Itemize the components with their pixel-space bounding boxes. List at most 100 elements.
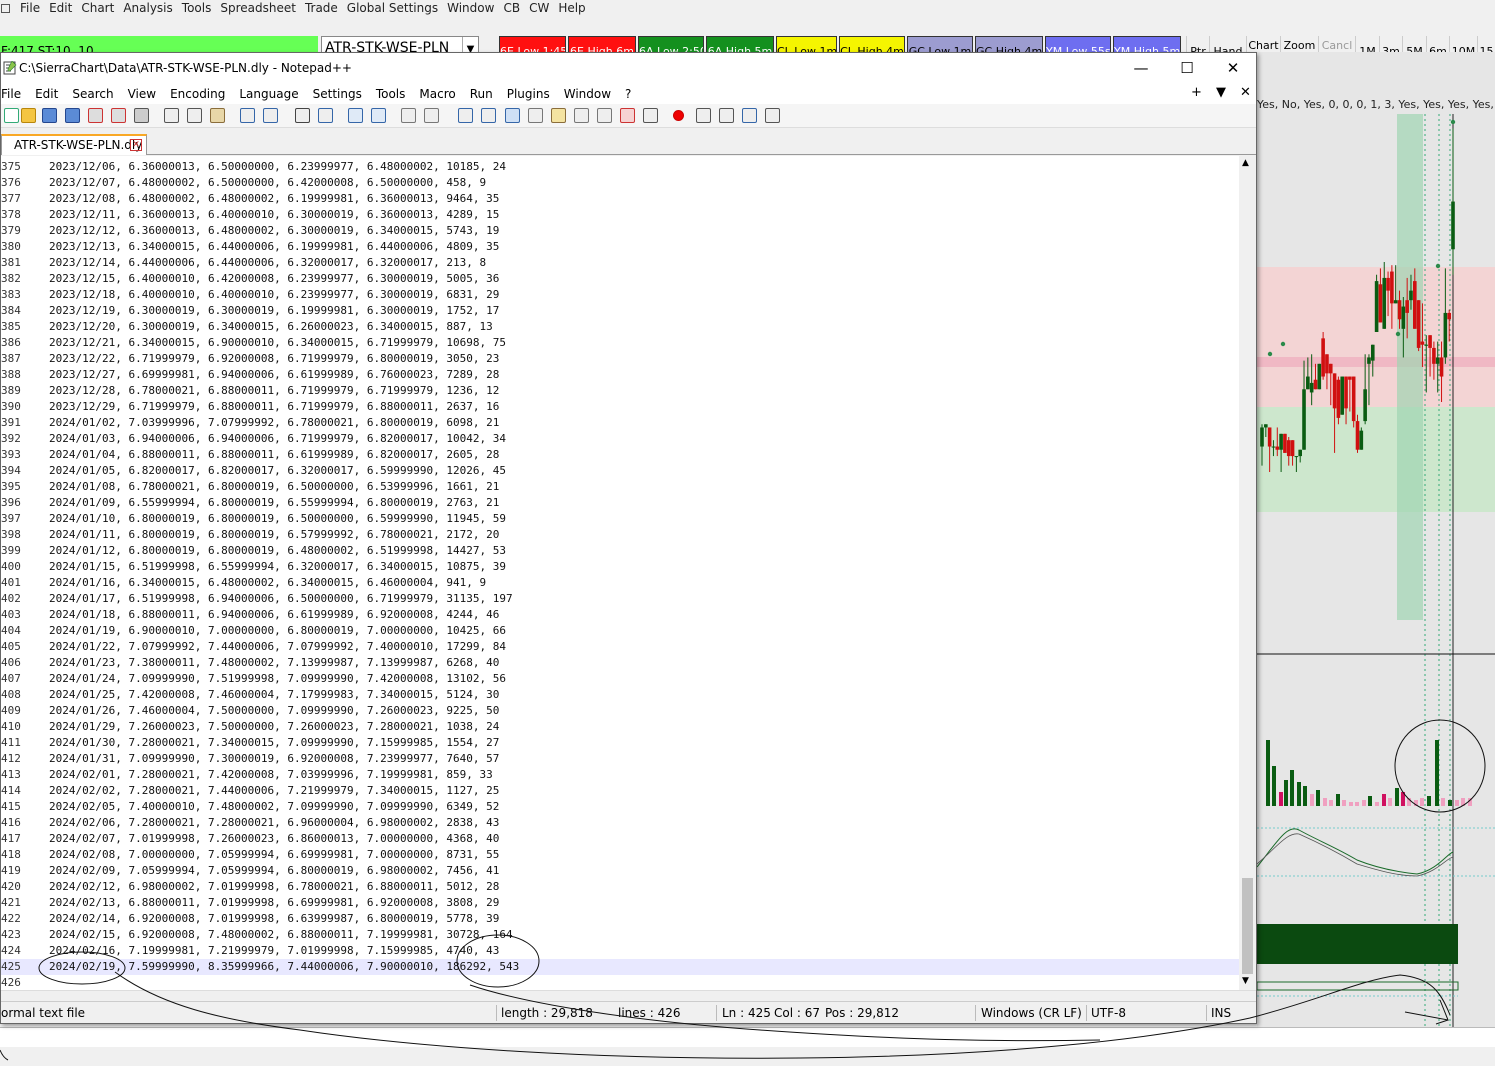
editor-line[interactable]: 426 [1, 975, 1239, 990]
editor-line[interactable]: 416 2024/02/06, 7.28000021, 7.28000021, 6… [1, 815, 1239, 831]
np-menu-help[interactable]: ? [625, 87, 631, 101]
menu-item-tools[interactable]: Tools [182, 1, 221, 15]
menu-item-spreadsheet[interactable]: Spreadsheet [220, 1, 305, 15]
scroll-thumb[interactable] [1242, 878, 1253, 974]
monitor-icon[interactable] [643, 108, 658, 123]
editor-line[interactable]: 399 2024/01/12, 6.80000019, 6.80000019, 6… [1, 543, 1239, 559]
editor-line[interactable]: 405 2024/01/22, 7.07999992, 7.44000006, 7… [1, 639, 1239, 655]
editor-line[interactable]: 412 2024/01/31, 7.09999990, 7.30000019, 6… [1, 751, 1239, 767]
play-macro-icon[interactable] [719, 108, 734, 123]
indent-guide-icon[interactable] [505, 108, 520, 123]
scroll-down-icon[interactable]: ▼ [1242, 976, 1249, 986]
np-menu-edit[interactable]: Edit [35, 87, 58, 101]
undo-icon[interactable] [240, 108, 255, 123]
paste-icon[interactable] [210, 108, 225, 123]
editor-line[interactable]: 395 2024/01/08, 6.78000021, 6.80000019, 6… [1, 479, 1239, 495]
doc-map-icon[interactable] [551, 108, 566, 123]
sync-v-icon[interactable] [401, 108, 416, 123]
stop-macro-icon[interactable] [696, 108, 711, 123]
close-button[interactable]: ✕ [1210, 53, 1256, 83]
editor-line[interactable]: 410 2024/01/29, 7.26000023, 7.50000000, 7… [1, 719, 1239, 735]
maximize-button[interactable]: ☐ [1164, 53, 1210, 83]
editor-line[interactable]: 386 2023/12/21, 6.34000015, 6.90000010, 6… [1, 335, 1239, 351]
np-menu-macro[interactable]: Macro [419, 87, 455, 101]
editor-line[interactable]: 393 2024/01/04, 6.88000011, 6.88000011, 6… [1, 447, 1239, 463]
editor-line[interactable]: 382 2023/12/15, 6.40000010, 6.42000008, 6… [1, 271, 1239, 287]
np-menu-view[interactable]: View [128, 87, 156, 101]
vertical-scrollbar[interactable]: ▲ ▼ [1239, 156, 1256, 990]
scroll-up-icon[interactable]: ▲ [1242, 158, 1249, 168]
close-file-icon[interactable] [88, 108, 103, 123]
menu-item-window[interactable]: Window [447, 1, 503, 15]
sync-h-icon[interactable] [424, 108, 439, 123]
open-file-icon[interactable] [21, 108, 36, 123]
notepad-title-bar[interactable]: C:\SierraChart\Data\ATR-STK-WSE-PLN.dly … [1, 53, 1256, 83]
menu-item-trade[interactable]: Trade [305, 1, 347, 15]
editor-line[interactable]: 383 2023/12/18, 6.40000010, 6.40000010, 6… [1, 287, 1239, 303]
editor-line[interactable]: 389 2023/12/28, 6.78000021, 6.88000011, 6… [1, 383, 1239, 399]
editor-line[interactable]: 419 2024/02/09, 7.05999994, 7.05999994, 6… [1, 863, 1239, 879]
save-macro-icon[interactable] [765, 108, 780, 123]
np-menu-encoding[interactable]: Encoding [170, 87, 225, 101]
editor-line[interactable]: 392 2024/01/03, 6.94000006, 6.94000006, 6… [1, 431, 1239, 447]
editor-line[interactable]: 409 2024/01/26, 7.46000004, 7.50000000, 7… [1, 703, 1239, 719]
np-menu-file[interactable]: File [1, 87, 21, 101]
editor-line[interactable]: 391 2024/01/02, 7.03999996, 7.07999992, 6… [1, 415, 1239, 431]
editor-line[interactable]: 398 2024/01/11, 6.80000019, 6.80000019, 6… [1, 527, 1239, 543]
editor-line[interactable]: 400 2024/01/15, 6.51999998, 6.55999994, 6… [1, 559, 1239, 575]
zoom-in-icon[interactable] [348, 108, 363, 123]
save-icon[interactable] [42, 108, 57, 123]
editor-line[interactable]: 384 2023/12/19, 6.30000019, 6.30000019, 6… [1, 303, 1239, 319]
func-list-icon[interactable] [597, 108, 612, 123]
np-menu-run[interactable]: Run [470, 87, 493, 101]
folder-icon[interactable] [620, 108, 635, 123]
record-macro-icon[interactable] [673, 110, 684, 121]
print-icon[interactable] [134, 108, 149, 123]
editor-line[interactable]: 424 2024/02/16, 7.19999981, 7.21999979, 7… [1, 943, 1239, 959]
new-tab-icon[interactable]: + [1191, 85, 1202, 100]
editor-line[interactable]: 375 2023/12/06, 6.36000013, 6.50000000, 6… [1, 159, 1239, 175]
editor-line[interactable]: 401 2024/01/16, 6.34000015, 6.48000002, 6… [1, 575, 1239, 591]
editor-line[interactable]: 387 2023/12/22, 6.71999979, 6.92000008, 6… [1, 351, 1239, 367]
close-doc-icon[interactable]: ✕ [1240, 85, 1251, 100]
menu-item-cw[interactable]: CW [529, 1, 558, 15]
editor-line[interactable]: 420 2024/02/12, 6.98000002, 7.01999998, 6… [1, 879, 1239, 895]
run-macro-icon[interactable] [742, 108, 757, 123]
editor-line[interactable]: 425 2024/02/19, 7.59999990, 8.35999966, 7… [1, 959, 1239, 975]
menu-item-file[interactable]: File [20, 1, 49, 15]
editor-line[interactable]: 415 2024/02/05, 7.40000010, 7.48000002, 7… [1, 799, 1239, 815]
np-menu-settings[interactable]: Settings [313, 87, 362, 101]
save-all-icon[interactable] [65, 108, 80, 123]
np-menu-tools[interactable]: Tools [376, 87, 406, 101]
replace-icon[interactable] [318, 108, 333, 123]
editor-line[interactable]: 406 2024/01/23, 7.38000011, 7.48000002, 7… [1, 655, 1239, 671]
np-menu-plugins[interactable]: Plugins [507, 87, 550, 101]
find-icon[interactable] [295, 108, 310, 123]
editor-line[interactable]: 376 2023/12/07, 6.48000002, 6.50000000, 6… [1, 175, 1239, 191]
editor-line[interactable]: 417 2024/02/07, 7.01999998, 7.26000023, 6… [1, 831, 1239, 847]
menu-item-help[interactable]: Help [558, 1, 594, 15]
np-menu-language[interactable]: Language [239, 87, 298, 101]
word-wrap-icon[interactable] [458, 108, 473, 123]
editor-line[interactable]: 403 2024/01/18, 6.88000011, 6.94000006, 6… [1, 607, 1239, 623]
editor-line[interactable]: 404 2024/01/19, 6.90000010, 7.00000000, 6… [1, 623, 1239, 639]
editor-line[interactable]: 390 2023/12/29, 6.71999979, 6.88000011, 6… [1, 399, 1239, 415]
editor-line[interactable]: 385 2023/12/20, 6.30000019, 6.34000015, 6… [1, 319, 1239, 335]
editor-line[interactable]: 377 2023/12/08, 6.48000002, 6.48000002, 6… [1, 191, 1239, 207]
text-editor[interactable]: 375 2023/12/06, 6.36000013, 6.50000000, 6… [1, 156, 1239, 990]
horizontal-scrollbar[interactable] [1, 990, 1256, 998]
close-icon[interactable]: ✕ [130, 139, 142, 151]
editor-line[interactable]: 380 2023/12/13, 6.34000015, 6.44000006, 6… [1, 239, 1239, 255]
editor-line[interactable]: 422 2024/02/14, 6.92000008, 7.01999998, 6… [1, 911, 1239, 927]
doc-list-icon[interactable] [574, 108, 589, 123]
editor-line[interactable]: 407 2024/01/24, 7.09999990, 7.51999998, 7… [1, 671, 1239, 687]
redo-icon[interactable] [263, 108, 278, 123]
editor-line[interactable]: 379 2023/12/12, 6.36000013, 6.48000002, 6… [1, 223, 1239, 239]
list-tabs-icon[interactable]: ▼ [1216, 85, 1226, 100]
editor-line[interactable]: 418 2024/02/08, 7.00000000, 7.05999994, 6… [1, 847, 1239, 863]
close-all-icon[interactable] [111, 108, 126, 123]
price-chart[interactable] [1257, 52, 1495, 1027]
menu-item-global-settings[interactable]: Global Settings [347, 1, 447, 15]
copy-icon[interactable] [187, 108, 202, 123]
editor-line[interactable]: 413 2024/02/01, 7.28000021, 7.42000008, 7… [1, 767, 1239, 783]
